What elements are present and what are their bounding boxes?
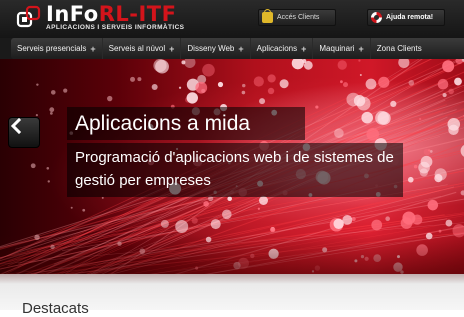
- lifebuoy-icon: [371, 12, 382, 23]
- remote-help-label: Ajuda remota!: [386, 14, 434, 21]
- chevron-left-icon: [10, 118, 22, 134]
- clients-access-label: Accés Clients: [277, 14, 320, 21]
- nav-item-label: Aplicacions: [256, 44, 298, 53]
- logo-mark-icon: [16, 5, 41, 28]
- nav-item-maquinari[interactable]: Maquinari +: [313, 38, 371, 59]
- plus-icon: +: [358, 43, 364, 54]
- plus-icon: +: [238, 43, 244, 54]
- main-nav: Serveis presencials + Serveis al núvol + D…: [11, 38, 464, 59]
- slide-title: Aplicacions a mida: [67, 107, 305, 140]
- logo-title-part2: RL-ITF: [98, 2, 177, 26]
- lock-icon: [262, 9, 273, 23]
- logo-title: InFoRL-ITF: [46, 2, 177, 26]
- plus-icon: +: [90, 43, 96, 54]
- logo-subtitle: APLICACIONS I SERVEIS INFORMÀTICS: [46, 24, 185, 31]
- plus-icon: +: [169, 43, 175, 54]
- nav-item-label: Serveis presencials: [17, 44, 87, 53]
- slider-prev-button[interactable]: [8, 117, 40, 148]
- site-header: InFoRL-ITF APLICACIONS I SERVEIS INFORMÀ…: [0, 0, 464, 38]
- nav-item-label: Zona Clients: [376, 44, 422, 53]
- nav-item-zona-clients[interactable]: Zona Clients: [371, 38, 428, 59]
- nav-item-serveis-presencials[interactable]: Serveis presencials +: [11, 38, 103, 59]
- nav-item-aplicacions[interactable]: Aplicacions +: [251, 38, 314, 59]
- clients-access-button[interactable]: Accés Clients: [258, 9, 336, 26]
- nav-item-disseny-web[interactable]: Disseny Web +: [181, 38, 251, 59]
- nav-item-label: Serveis al núvol: [108, 44, 166, 53]
- main-nav-bar: Serveis presencials + Serveis al núvol + D…: [0, 38, 464, 59]
- section-title: Destacats: [22, 300, 89, 317]
- nav-item-label: Maquinari: [319, 44, 355, 53]
- hero-slider: Aplicacions a mida Programació d'aplicac…: [0, 59, 464, 274]
- plus-icon: +: [301, 43, 307, 54]
- hero-shadow: [0, 234, 464, 274]
- logo-title-part1: InFo: [46, 2, 99, 26]
- slide-description: Programació d'aplicacions web i de siste…: [67, 143, 403, 197]
- nav-item-label: Disseny Web: [187, 44, 235, 53]
- remote-help-button[interactable]: Ajuda remota!: [367, 9, 445, 26]
- site-logo[interactable]: InFoRL-ITF APLICACIONS I SERVEIS INFORMÀ…: [16, 3, 186, 35]
- nav-item-serveis-al-nuvol[interactable]: Serveis al núvol +: [103, 38, 182, 59]
